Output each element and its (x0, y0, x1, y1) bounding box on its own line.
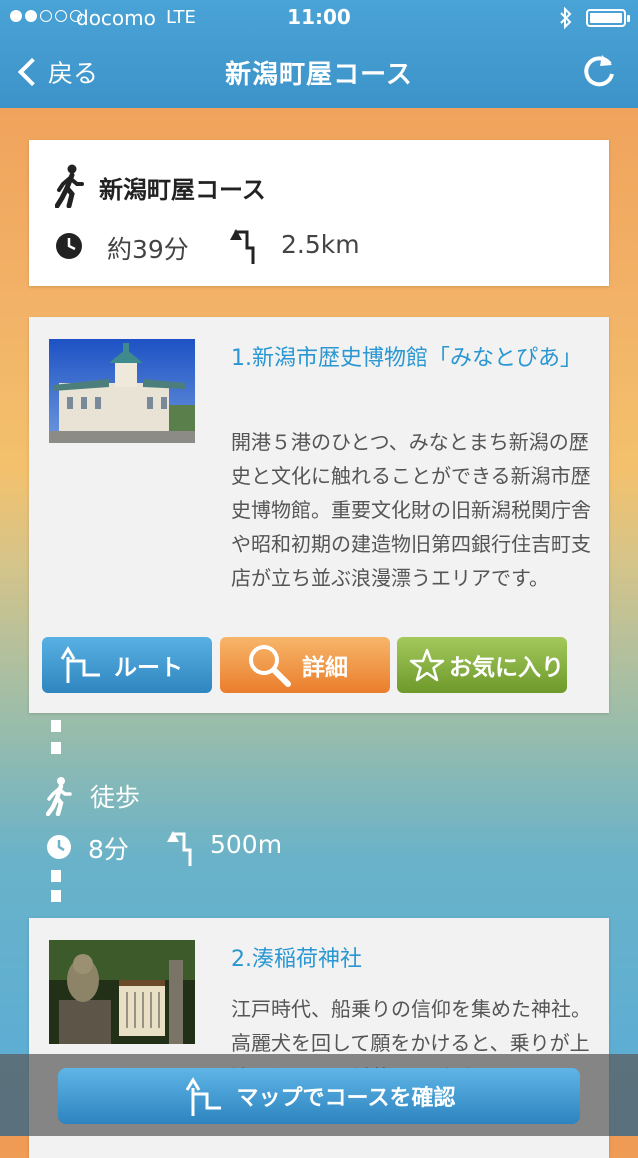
spot-card: 1.新潟市歴史博物館「みなとぴあ」 開港５港のひとつ、みなとまち新潟の歴史と文化… (29, 317, 609, 713)
page-title: 新潟町屋コース (225, 60, 413, 90)
map-button-label: マップでコースを確認 (236, 1086, 456, 1111)
walking-person-icon (46, 777, 72, 816)
course-summary-card: 新潟町屋コース 約39分 2.5km (29, 140, 609, 286)
connector-dash (51, 870, 61, 882)
walking-person-icon (55, 164, 84, 208)
detail-button[interactable]: 詳細 (220, 637, 390, 693)
spot-photo (49, 339, 195, 443)
route-turn-icon (230, 229, 255, 264)
leg-time: 8分 (88, 835, 129, 864)
course-time: 約39分 (107, 235, 189, 264)
leg-mode: 徒歩 (90, 783, 141, 812)
clock-icon (56, 233, 82, 259)
star-icon (409, 648, 445, 682)
bottom-bar: マップでコースを確認 (0, 1054, 638, 1136)
refresh-icon[interactable] (580, 52, 618, 90)
spot-description: 開港５港のひとつ、みなとまち新潟の歴史と文化に触れることができる新潟市歴史博物館… (231, 430, 591, 590)
spot-title[interactable]: 1.新潟市歴史博物館「みなとぴあ」 (231, 341, 591, 377)
favorite-button[interactable]: お気に入り (397, 637, 567, 693)
route-turn-icon (167, 831, 192, 866)
status-time: 11:00 (287, 5, 351, 29)
connector-dash (51, 720, 61, 732)
spot-photo (49, 940, 195, 1044)
clock-icon (47, 835, 71, 859)
status-bar: docomo LTE 11:00 (0, 0, 638, 36)
spot-title[interactable]: 2.湊稲荷神社 (231, 942, 591, 978)
connector-dash (51, 890, 61, 902)
route-turn-icon (185, 1077, 221, 1116)
battery-icon (586, 9, 630, 27)
bluetooth-icon (560, 6, 572, 30)
top-bar: docomo LTE 11:00 戻る 新潟町屋コース (0, 0, 638, 108)
course-distance: 2.5km (281, 230, 360, 259)
route-button-label: ルート (114, 655, 183, 681)
leg-distance: 500m (210, 830, 283, 859)
magnifier-icon (249, 645, 291, 687)
route-button[interactable]: ルート (42, 637, 212, 693)
detail-button-label: 詳細 (302, 655, 348, 681)
view-course-map-button[interactable]: マップでコースを確認 (58, 1068, 580, 1124)
nav-bar: 戻る 新潟町屋コース (0, 36, 638, 108)
favorite-button-label: お気に入り (449, 655, 564, 681)
route-turn-icon (60, 646, 100, 683)
course-name: 新潟町屋コース (99, 176, 266, 204)
connector-dash (51, 742, 61, 754)
